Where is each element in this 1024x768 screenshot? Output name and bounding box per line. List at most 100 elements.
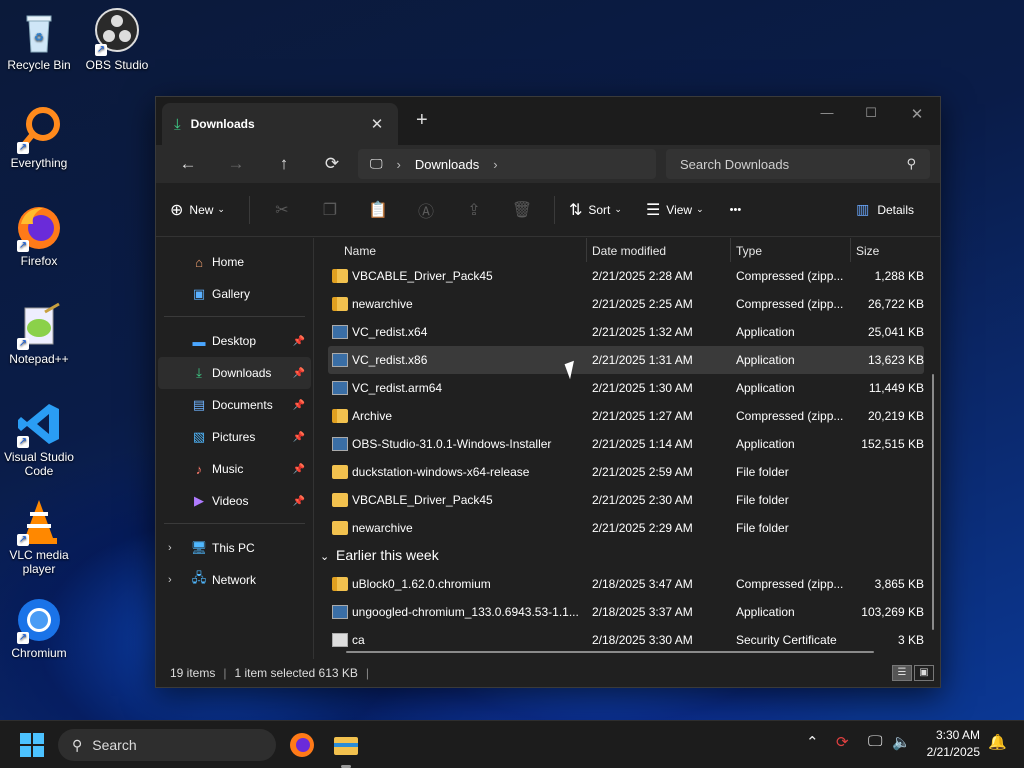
file-size: 3 KB [897,633,924,647]
column-header-name[interactable]: Name [344,244,376,258]
sidebar-item-downloads[interactable]: ⤓ Downloads 📌 [158,357,311,389]
column-divider[interactable] [850,238,851,262]
taskbar-search[interactable]: ⚲ Search [58,729,276,761]
sync-icon[interactable]: ⟳ [836,733,849,751]
table-row[interactable]: VC_redist.x64 2/21/2025 1:32 AM Applicatio… [314,318,940,346]
refresh-button[interactable]: ⟳ [308,154,356,174]
group-title: Earlier this week [336,547,439,563]
tiles-view-icon[interactable]: ▣ [914,665,934,681]
sidebar-item-videos[interactable]: ▶ Videos 📌 [158,485,311,517]
breadcrumb-downloads[interactable]: Downloads [415,157,479,172]
horizontal-scrollbar[interactable] [346,651,874,653]
address-bar[interactable]: 🖵 › Downloads › [358,149,656,179]
chevron-right-icon: › [396,156,401,172]
taskbar-file-explorer[interactable] [332,731,360,768]
start-button[interactable] [20,733,44,757]
table-row[interactable]: newarchive 2/21/2025 2:29 AM File folder [314,514,940,542]
application-icon [332,437,348,451]
sidebar-item-documents[interactable]: ▤ Documents 📌 [158,389,311,421]
column-divider[interactable] [586,238,587,262]
zip-folder-icon [332,297,348,311]
desktop-icon-everything[interactable]: ↗ Everything [1,106,77,170]
table-row[interactable]: duckstation-windows-x64-release 2/21/2025… [314,458,940,486]
pin-icon[interactable]: 📌 [293,368,305,379]
notifications-bell-icon[interactable]: 🔔 [988,733,1007,751]
pin-icon[interactable]: 📌 [293,400,305,411]
group-header-earlier-this-week[interactable]: ⌄ Earlier this week [314,542,940,570]
clock[interactable]: 3:30 AM 2/21/2025 [927,727,980,761]
sidebar-item-network[interactable]: › 🖧 Network [158,564,311,596]
table-row[interactable]: ca 2/18/2025 3:30 AM Security Certificate 3… [314,626,940,654]
file-date: 2/21/2025 1:32 AM [592,325,693,339]
desktop-icon-recycle-bin[interactable]: ♻ Recycle Bin [1,8,77,72]
details-pane-button[interactable]: ▥ Details [856,201,914,218]
application-icon [332,381,348,395]
file-size: 103,269 KB [861,605,924,619]
taskbar: ⚲ Search ⌃ ⟳ 🖵 🔈 3:30 AM 2/21/2025 🔔 [0,720,1024,768]
delete-icon[interactable]: 🗑 [498,200,546,220]
sidebar-item-pictures[interactable]: ▧ Pictures 📌 [158,421,311,453]
table-row[interactable]: uBlock0_1.62.0.chromium 2/18/2025 3:47 AM… [314,570,940,598]
table-row[interactable]: Archive 2/21/2025 1:27 AM Compressed (zipp… [314,402,940,430]
pin-icon[interactable]: 📌 [293,432,305,443]
table-row[interactable]: OBS-Studio-31.0.1-Windows-Installer 2/21/… [314,430,940,458]
forward-button[interactable]: → [212,154,260,174]
desktop-icon-notepad-plus-plus[interactable]: ↗ Notepad++ [1,302,77,366]
new-tab-button[interactable]: + [416,109,428,132]
vertical-scrollbar[interactable] [932,374,934,630]
details-view-icon[interactable]: ☰ [892,665,912,681]
sidebar-item-home[interactable]: ⌂ Home [158,246,311,278]
copy-icon[interactable]: ❐ [306,200,354,220]
sidebar-item-gallery[interactable]: ▣ Gallery [158,278,311,310]
pin-icon[interactable]: 📌 [293,336,305,347]
taskbar-firefox[interactable] [288,731,316,759]
up-button[interactable]: ↑ [260,154,308,174]
tab-downloads[interactable]: ⤓ Downloads ✕ [162,103,398,145]
sidebar-item-this-pc[interactable]: › 🖥 This PC [158,532,311,564]
desktop-icon-vlc[interactable]: ↗ VLC media player [1,498,77,576]
pin-icon[interactable]: 📌 [293,464,305,475]
close-tab-icon[interactable]: ✕ [368,115,386,133]
view-button[interactable]: ☰ View ⌄ [646,200,704,220]
maximize-button[interactable]: ☐ [848,105,894,121]
expand-chevron-icon[interactable]: › [168,542,172,554]
back-button[interactable]: ← [164,154,212,174]
view-list-icon: ☰ [645,201,661,219]
sidebar-item-music[interactable]: ♪ Music 📌 [158,453,311,485]
desktop-icon-obs[interactable]: ↗ OBS Studio [79,8,155,72]
pin-icon[interactable]: 📌 [293,496,305,507]
sidebar-item-desktop[interactable]: ▬ Desktop 📌 [158,325,311,357]
desktop-icon-chromium[interactable]: ↗ Chromium [1,596,77,660]
share-icon[interactable]: ⇪ [450,200,498,220]
sort-button[interactable]: ⇅ Sort ⌄ [569,200,622,220]
desktop-icon-firefox[interactable]: ↗ Firefox [1,204,77,268]
column-header-size[interactable]: Size [856,244,879,258]
search-input[interactable]: Search Downloads ⚲ [666,149,930,179]
file-name: VC_redist.x86 [352,353,428,367]
show-hidden-icons-chevron-icon[interactable]: ⌃ [806,733,819,751]
close-window-button[interactable]: ✕ [894,105,940,123]
rename-icon[interactable]: Ⓐ [402,198,450,222]
chromium-icon: ↗ [15,596,63,644]
table-row[interactable]: VC_redist.x86 2/21/2025 1:31 AM Applicatio… [328,346,924,374]
network-status-icon[interactable]: 🖵 [868,733,882,750]
column-divider[interactable] [730,238,731,262]
cut-icon[interactable]: ✂ [258,200,306,220]
new-button[interactable]: ⊕ New ⌄ [170,200,225,220]
column-header-type[interactable]: Type [736,244,762,258]
sidebar-item-label: Home [212,255,245,269]
more-options-button[interactable]: ••• [730,204,742,216]
desktop-icon-vscode[interactable]: ↗ Visual Studio Code [1,400,77,478]
expand-chevron-icon[interactable]: › [168,574,172,586]
table-row[interactable]: VC_redist.arm64 2/21/2025 1:30 AM Applicat… [314,374,940,402]
chevron-right-icon[interactable]: › [493,157,497,172]
table-row[interactable]: VBCABLE_Driver_Pack45 2/21/2025 2:28 AM Co… [314,262,940,290]
column-header-date[interactable]: Date modified [592,244,666,258]
paste-icon[interactable]: 📋 [354,200,402,220]
volume-icon[interactable]: 🔈 [892,733,911,751]
table-row[interactable]: ungoogled-chromium_133.0.6943.53-1.1... 2… [314,598,940,626]
table-row[interactable]: newarchive 2/21/2025 2:25 AM Compressed (z… [314,290,940,318]
table-row[interactable]: VBCABLE_Driver_Pack45 2/21/2025 2:30 AM Fi… [314,486,940,514]
minimize-button[interactable]: — [804,105,850,120]
navigation-bar: ← → ↑ ⟳ 🖵 › Downloads › Search Downloads… [156,145,940,183]
